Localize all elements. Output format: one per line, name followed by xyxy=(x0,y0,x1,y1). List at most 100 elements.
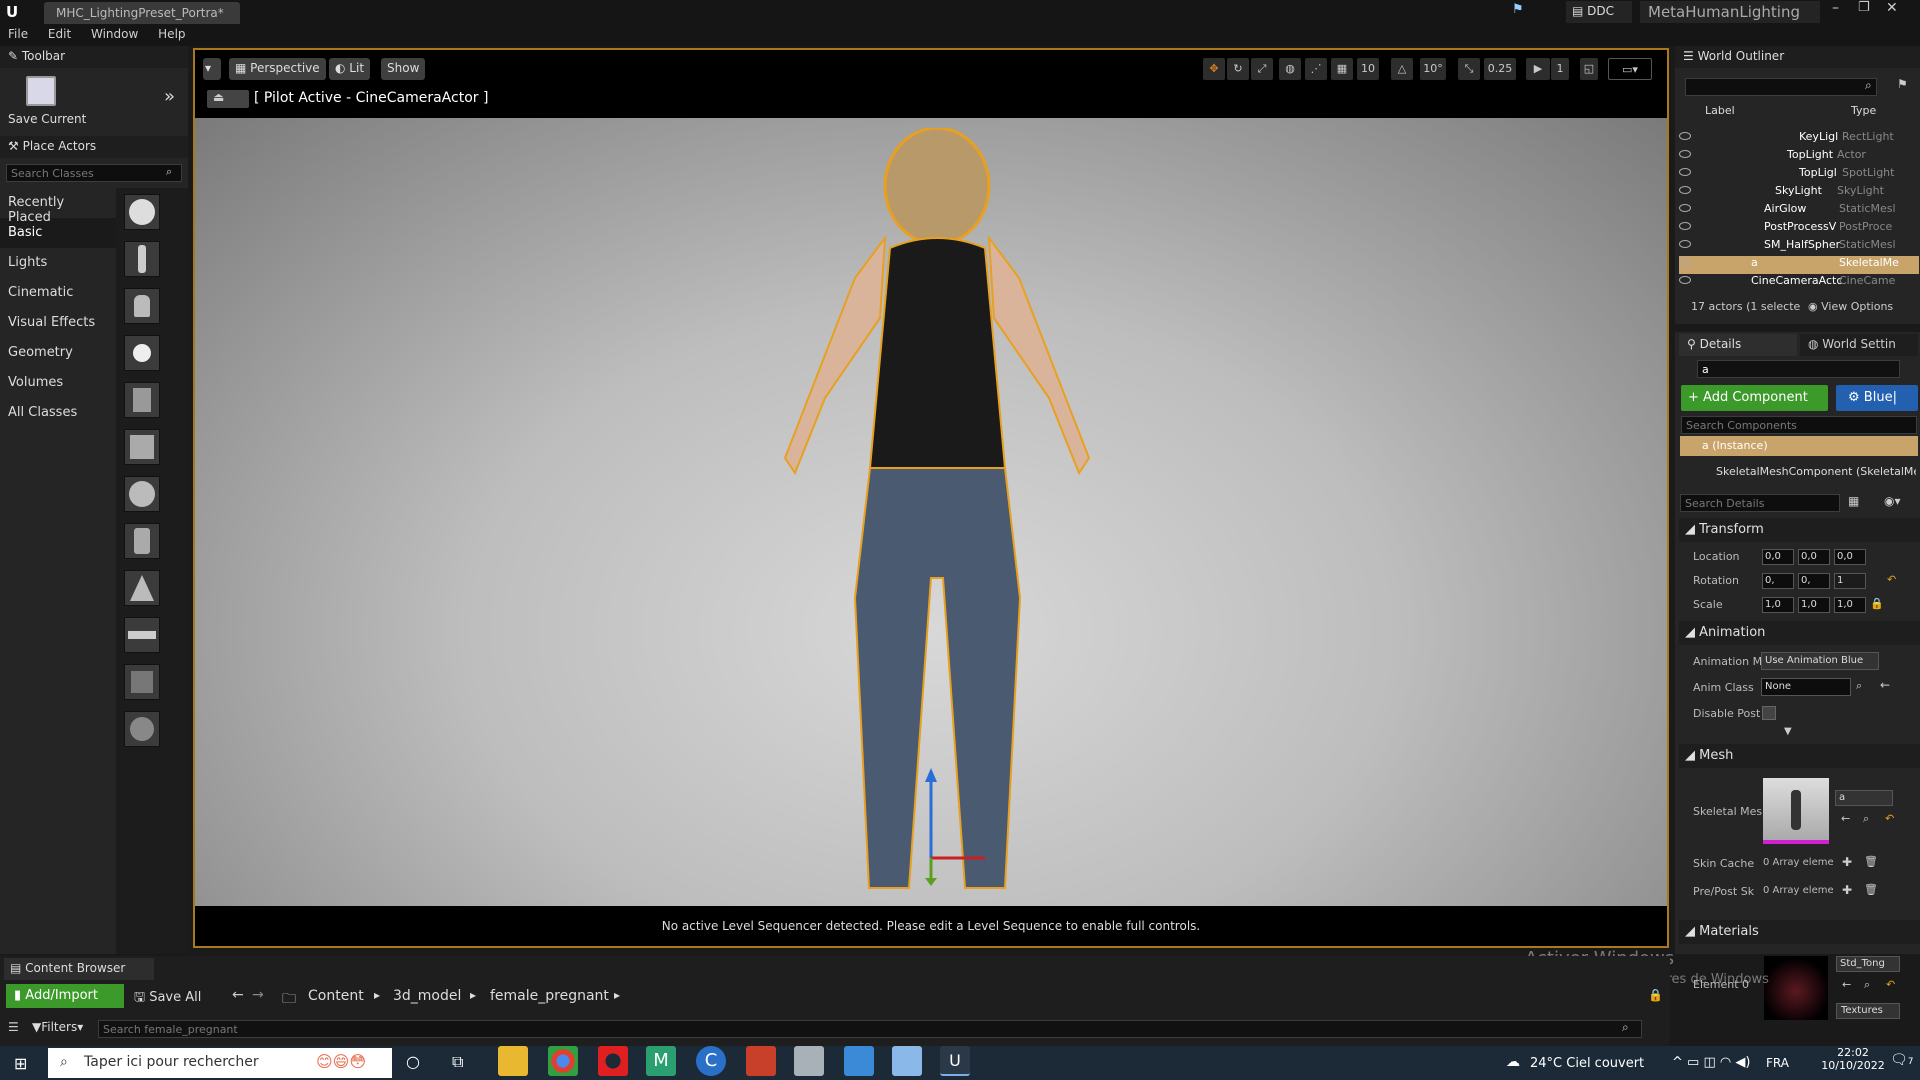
transform-gizmo[interactable] xyxy=(915,768,995,888)
add-import-button[interactable]: ▮ Add/Import xyxy=(6,984,124,1008)
surface-snap-icon[interactable]: ⋰ xyxy=(1305,58,1327,80)
category-geometry[interactable]: Geometry xyxy=(0,338,116,368)
delete-icon[interactable]: 🗑 xyxy=(1864,883,1878,896)
location-y-field[interactable]: 0,0 xyxy=(1798,549,1830,565)
mesh-thumbnail[interactable] xyxy=(1763,778,1829,844)
category-all-classes[interactable]: All Classes xyxy=(0,398,116,428)
add-element-icon[interactable]: ✚ xyxy=(1842,883,1852,897)
browse-icon[interactable]: ⌕ xyxy=(1856,679,1862,693)
material-thumbnail[interactable] xyxy=(1764,956,1828,1020)
content-search-input[interactable]: Search female_pregnant xyxy=(98,1020,1642,1038)
outliner-row[interactable]: PostProcessV PostProce xyxy=(1679,220,1919,238)
save-current-label[interactable]: Save Current xyxy=(8,112,86,126)
lock-icon[interactable]: 🔒 xyxy=(1648,988,1663,1002)
lit-button[interactable]: ◐ Lit xyxy=(329,58,371,80)
camera-speed-value[interactable]: 1 xyxy=(1551,58,1569,80)
search-details-input[interactable]: Search Details xyxy=(1680,494,1840,512)
chrome-icon[interactable] xyxy=(548,1046,578,1076)
category-cinematic[interactable]: Cinematic xyxy=(0,278,116,308)
app-c-icon[interactable]: C xyxy=(696,1046,726,1076)
reset-arrow-icon[interactable]: ↶ xyxy=(1887,573,1896,586)
sphere-thumb[interactable] xyxy=(124,476,160,512)
visibility-eye-icon[interactable] xyxy=(1679,168,1691,176)
add-filter-icon[interactable]: ⚑ xyxy=(1897,77,1908,91)
category-recently-placed[interactable]: Recently Placed xyxy=(0,188,116,225)
content-browser-tab[interactable]: ▤ Content Browser xyxy=(4,958,154,980)
anim-class-select[interactable]: None xyxy=(1761,678,1851,696)
skeletal-mesh-component-row[interactable]: SkeletalMeshComponent (SkeletalMe xyxy=(1716,465,1916,478)
delete-icon[interactable]: 🗑 xyxy=(1864,855,1878,868)
reset-arrow-icon[interactable]: ↶ xyxy=(1885,812,1894,825)
transform-section[interactable]: ◢ Transform xyxy=(1679,518,1920,542)
point-light-thumb[interactable] xyxy=(124,335,160,371)
tray-icons[interactable]: ^ ▭ ◫ ◠ ◀) xyxy=(1672,1055,1750,1070)
location-x-field[interactable]: 0,0 xyxy=(1762,549,1794,565)
reset-arrow-icon[interactable]: ↶ xyxy=(1886,978,1895,991)
outliner-row[interactable]: TopLight Actor xyxy=(1679,148,1919,166)
rotation-snap-icon[interactable]: △ xyxy=(1391,58,1413,80)
sources-toggle-icon[interactable]: ☰ xyxy=(8,1020,19,1034)
disable-post-checkbox[interactable] xyxy=(1762,706,1776,720)
lock-icon[interactable]: 🔒 xyxy=(1870,597,1884,610)
empty-actor-thumb[interactable] xyxy=(124,194,160,230)
outliner-row[interactable]: KeyLigl RectLight xyxy=(1679,130,1919,148)
visibility-eye-icon[interactable] xyxy=(1679,240,1691,248)
scale-label[interactable]: Scale xyxy=(1693,598,1723,611)
language-indicator[interactable]: FRA xyxy=(1766,1056,1789,1070)
translate-icon[interactable]: ✥ xyxy=(1203,58,1225,80)
cylinder-thumb[interactable] xyxy=(124,523,160,559)
grid-view-icon[interactable]: ▦ xyxy=(1848,494,1859,508)
visibility-eye-icon[interactable] xyxy=(1679,222,1691,230)
material-asset-select[interactable]: Std_Tong xyxy=(1836,956,1900,972)
visibility-eye-icon[interactable] xyxy=(1679,204,1691,212)
rotation-label[interactable]: Rotation xyxy=(1693,574,1739,587)
advanced-expand-icon[interactable]: ▼ xyxy=(1784,726,1792,737)
mesh-asset-select[interactable]: a xyxy=(1835,790,1893,806)
details-tab[interactable]: ⚲ Details xyxy=(1679,334,1797,356)
filters-button[interactable]: ▼Filters▾ xyxy=(32,1020,83,1034)
forward-arrow-icon[interactable]: → xyxy=(252,987,264,1003)
weather-text[interactable]: 24°C Ciel couvert xyxy=(1530,1056,1644,1071)
clock[interactable]: 22:02 10/10/2022 xyxy=(1818,1046,1888,1072)
close-icon[interactable]: ✕ xyxy=(1886,0,1908,16)
outliner-row[interactable]: AirGlow StaticMesl xyxy=(1679,202,1919,220)
add-element-icon[interactable]: ✚ xyxy=(1842,855,1852,869)
search-components-input[interactable]: Search Components xyxy=(1681,416,1917,434)
column-type[interactable]: Type xyxy=(1851,104,1876,117)
perspective-button[interactable]: ▦ Perspective xyxy=(229,58,326,80)
plane-thumb[interactable] xyxy=(124,617,160,653)
instance-row[interactable]: a (Instance) xyxy=(1680,436,1918,456)
actor-name-input[interactable]: a xyxy=(1697,360,1900,378)
rotation-y-field[interactable]: 0, xyxy=(1798,573,1830,589)
category-volumes[interactable]: Volumes xyxy=(0,368,116,398)
menu-window[interactable]: Window xyxy=(83,24,146,44)
level-tab[interactable]: MHC_LightingPreset_Portra* xyxy=(44,2,240,24)
scale-icon[interactable]: ⤢ xyxy=(1251,58,1273,80)
breadcrumb-female-pregnant[interactable]: female_pregnant xyxy=(490,988,609,1004)
app-m-icon[interactable]: M xyxy=(646,1046,676,1076)
rotation-snap-value[interactable]: 10° xyxy=(1420,58,1446,80)
view-options-button[interactable]: ◉ View Options xyxy=(1808,300,1893,313)
app-window-icon[interactable] xyxy=(794,1046,824,1076)
player-start-thumb[interactable] xyxy=(124,382,160,418)
materials-section[interactable]: ◢ Materials xyxy=(1679,920,1920,944)
menu-help[interactable]: Help xyxy=(150,24,193,44)
outliner-search-input[interactable] xyxy=(1685,78,1877,96)
windows-start-icon[interactable]: ⊞ xyxy=(14,1054,27,1073)
visibility-eye-icon[interactable] xyxy=(1679,186,1691,194)
animation-mode-select[interactable]: Use Animation Blue xyxy=(1761,652,1879,670)
file-explorer-icon[interactable] xyxy=(498,1046,528,1076)
opera-icon[interactable] xyxy=(598,1046,628,1076)
ddc-button[interactable]: ▤ DDC xyxy=(1566,1,1632,23)
breadcrumb-3d-model[interactable]: 3d_model xyxy=(393,988,461,1004)
visibility-eye-icon[interactable] xyxy=(1679,132,1691,140)
use-selected-arrow-icon[interactable]: ← xyxy=(1880,678,1890,692)
back-arrow-icon[interactable]: ← xyxy=(232,987,244,1003)
viewport-options-button[interactable]: ▾ xyxy=(203,58,221,80)
grid-snap-icon[interactable]: ▦ xyxy=(1331,58,1353,80)
outliner-row[interactable]: CineCameraActc CineCame xyxy=(1679,274,1919,292)
rotation-x-field[interactable]: 0, xyxy=(1762,573,1794,589)
expand-chevron-icon[interactable]: » xyxy=(164,86,175,107)
layout-icon[interactable]: ▭▾ xyxy=(1608,58,1652,80)
menu-edit[interactable]: Edit xyxy=(40,24,79,44)
